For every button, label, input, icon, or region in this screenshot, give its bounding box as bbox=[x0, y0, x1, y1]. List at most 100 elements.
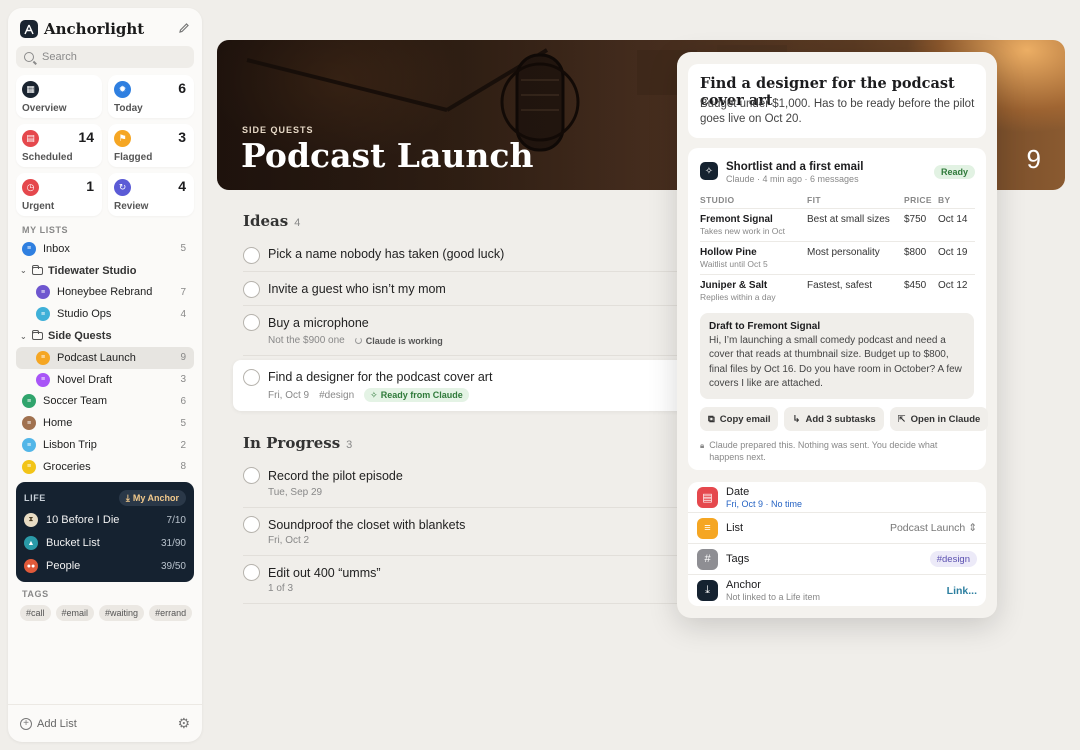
task-row[interactable]: Pick a name nobody has taken (good luck) bbox=[243, 237, 703, 272]
tag-list: #call #email #waiting #errand bbox=[20, 605, 198, 621]
list-item-podcast-launch[interactable]: ≡ Podcast Launch 9 bbox=[16, 346, 194, 369]
property-anchor[interactable]: ⤓ Anchor Not linked to a Life item Link.… bbox=[688, 575, 986, 606]
draft-title: Draft to Fremont Signal bbox=[709, 321, 821, 332]
tag-chip[interactable]: #call bbox=[20, 605, 51, 621]
studio-name: Hollow Pine bbox=[700, 247, 757, 258]
task-row[interactable]: Soundproof the closet with blankets Fri,… bbox=[243, 508, 703, 556]
list-count: 7 bbox=[180, 286, 186, 298]
link-anchor-button[interactable]: Link... bbox=[947, 585, 977, 597]
list-count: 5 bbox=[180, 417, 186, 429]
app-name: Anchorlight bbox=[44, 20, 145, 38]
life-item-people[interactable]: ●● People 39/50 bbox=[24, 557, 186, 575]
task-checkbox[interactable] bbox=[243, 564, 260, 581]
task-title: Record the pilot episode bbox=[268, 469, 403, 483]
studio-name: Juniper & Salt bbox=[700, 280, 768, 291]
task-row[interactable]: Buy a microphone Not the $900 one Claude… bbox=[243, 306, 703, 356]
list-label: Soccer Team bbox=[43, 395, 107, 408]
task-checkbox[interactable] bbox=[243, 467, 260, 484]
folder-tidewater-studio[interactable]: ⌄ Tidewater Studio bbox=[16, 260, 194, 282]
group-header-in-progress[interactable]: In Progress 3 bbox=[243, 434, 352, 452]
task-row[interactable]: Edit out 400 “umms” 1 of 3 bbox=[243, 556, 703, 604]
mountain-icon: ▲ bbox=[24, 536, 38, 550]
task-checkbox[interactable] bbox=[243, 281, 260, 298]
open-in-claude-button[interactable]: ⇱ Open in Claude bbox=[889, 407, 989, 431]
detail-description[interactable]: Budget under $1,000. Has to be ready bef… bbox=[700, 97, 980, 127]
hero-eyebrow: SIDE QUESTS bbox=[242, 125, 314, 135]
search-input[interactable] bbox=[42, 51, 182, 63]
chevron-updown-icon: ⇕ bbox=[968, 522, 977, 534]
property-date[interactable]: ▤ Date Fri, Oct 9 · No time bbox=[688, 482, 986, 513]
my-anchor-button[interactable]: ⤓ My Anchor bbox=[118, 490, 186, 506]
smart-list-review[interactable]: ↻ 4 Review bbox=[108, 173, 194, 216]
list-select[interactable]: Podcast Launch ⇕ bbox=[890, 522, 977, 534]
property-label: Date bbox=[726, 485, 750, 498]
task-checkbox[interactable] bbox=[243, 369, 260, 386]
my-lists-heading: MY LISTS bbox=[22, 225, 69, 235]
refresh-icon: ↻ bbox=[114, 179, 131, 196]
tag-chip[interactable]: #waiting bbox=[99, 605, 145, 621]
disclaimer-text: Claude prepared this. Nothing was sent. … bbox=[709, 440, 938, 462]
gear-icon[interactable]: ⚙ bbox=[177, 715, 190, 732]
life-item-10-before-i-die[interactable]: ⧗ 10 Before I Die 7/10 bbox=[24, 511, 186, 529]
smart-list-today[interactable]: ✹ 6 Today bbox=[108, 75, 194, 118]
list-item-studio-ops[interactable]: ≡ Studio Ops 4 bbox=[16, 303, 194, 325]
anchor-icon: ⤓ bbox=[125, 492, 130, 503]
tag-chip[interactable]: #errand bbox=[149, 605, 193, 621]
chevron-down-icon[interactable]: ⌄ bbox=[20, 266, 30, 275]
smart-list-label: Scheduled bbox=[22, 152, 73, 163]
smart-list-flagged[interactable]: ⚑ 3 Flagged bbox=[108, 124, 194, 167]
list-item-honeybee-rebrand[interactable]: ≡ Honeybee Rebrand 7 bbox=[16, 282, 194, 304]
email-draft[interactable]: Draft to Fremont Signal Hi, I’m launchin… bbox=[700, 313, 974, 399]
list-label: Podcast Launch bbox=[57, 351, 136, 364]
group-title: Ideas bbox=[243, 212, 289, 230]
people-icon: ●● bbox=[24, 559, 38, 573]
my-lists: ≡ Inbox 5 ⌄ Tidewater Studio ≡ Honeybee … bbox=[16, 238, 194, 478]
tag-chip[interactable]: #design bbox=[929, 551, 977, 567]
search-bar[interactable] bbox=[16, 46, 194, 68]
folder-side-quests[interactable]: ⌄ Side Quests bbox=[16, 325, 194, 347]
list-item-soccer-team[interactable]: ≡ Soccer Team 6 bbox=[16, 391, 194, 413]
smart-list-overview[interactable]: ▦ Overview bbox=[16, 75, 102, 118]
studio-by-date: Oct 19 bbox=[938, 247, 968, 258]
tag-chip[interactable]: #email bbox=[55, 605, 95, 621]
sparkle-icon: ✧ bbox=[700, 162, 718, 180]
list-label: Honeybee Rebrand bbox=[57, 286, 153, 299]
list-count: 2 bbox=[180, 439, 186, 451]
chevron-down-icon[interactable]: ⌄ bbox=[20, 332, 30, 341]
smart-list-label: Review bbox=[114, 201, 149, 212]
studio-name: Fremont Signal bbox=[700, 214, 773, 225]
app-logo-icon bbox=[20, 20, 38, 38]
list-item-groceries[interactable]: ≡ Groceries 8 bbox=[16, 456, 194, 478]
property-tags[interactable]: # Tags #design bbox=[688, 544, 986, 575]
ready-from-claude-badge[interactable]: ✧ Ready from Claude bbox=[364, 388, 469, 402]
smart-list-urgent[interactable]: ◷ 1 Urgent bbox=[16, 173, 102, 216]
list-count: 6 bbox=[180, 395, 186, 407]
task-row[interactable]: Record the pilot episode Tue, Sep 29 bbox=[243, 458, 703, 508]
task-checkbox[interactable] bbox=[243, 314, 260, 331]
copy-email-button[interactable]: ⧉ Copy email bbox=[700, 407, 779, 431]
task-row-selected[interactable]: Find a designer for the podcast cover ar… bbox=[233, 360, 703, 411]
list-item-inbox[interactable]: ≡ Inbox 5 bbox=[16, 238, 194, 260]
claude-result-meta: Claude · 4 min ago · 6 messages bbox=[726, 174, 859, 184]
property-list[interactable]: ≡ List Podcast Launch ⇕ bbox=[688, 513, 986, 544]
group-count: 3 bbox=[346, 439, 353, 451]
smart-list-scheduled[interactable]: ▤ 14 Scheduled bbox=[16, 124, 102, 167]
life-item-label: People bbox=[46, 560, 81, 572]
list-item-home[interactable]: ≡ Home 5 bbox=[16, 412, 194, 434]
list-item-lisbon-trip[interactable]: ≡ Lisbon Trip 2 bbox=[16, 434, 194, 456]
list-item-novel-draft[interactable]: ≡ Novel Draft 3 bbox=[16, 369, 194, 391]
life-title: LIFE bbox=[24, 493, 46, 503]
task-checkbox[interactable] bbox=[243, 247, 260, 264]
group-title: In Progress bbox=[243, 434, 341, 452]
button-label: Copy email bbox=[719, 413, 771, 425]
list-label: Novel Draft bbox=[57, 373, 113, 386]
task-checkbox[interactable] bbox=[243, 516, 260, 533]
list-label: Lisbon Trip bbox=[43, 439, 97, 452]
compose-icon[interactable] bbox=[178, 22, 190, 37]
draft-actions: ⧉ Copy email ↳ Add 3 subtasks ⇱ Open in … bbox=[700, 407, 989, 431]
life-item-bucket-list[interactable]: ▲ Bucket List 31/90 bbox=[24, 534, 186, 552]
add-list-button[interactable]: + Add List bbox=[20, 717, 77, 730]
task-row[interactable]: Invite a guest who isn’t my mom bbox=[243, 272, 703, 306]
group-header-ideas[interactable]: Ideas 4 bbox=[243, 212, 300, 230]
add-subtasks-button[interactable]: ↳ Add 3 subtasks bbox=[784, 407, 884, 431]
